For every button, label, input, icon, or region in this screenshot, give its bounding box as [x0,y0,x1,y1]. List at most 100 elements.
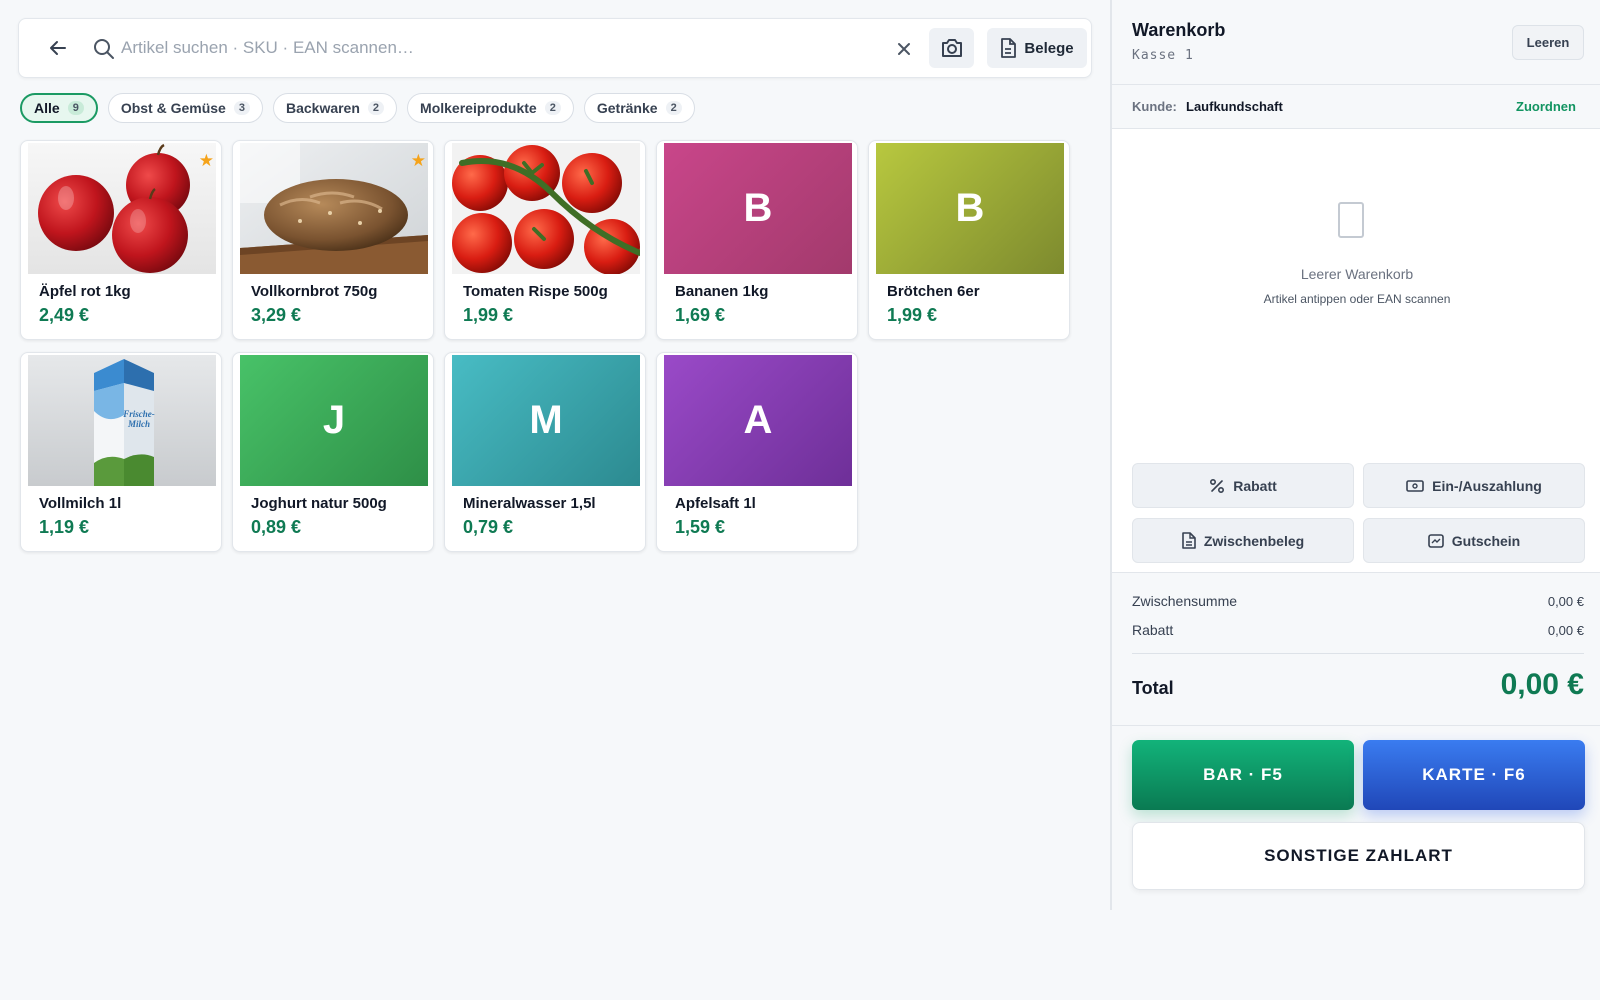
product-placeholder-image: A [664,355,852,486]
voucher-icon [1427,533,1444,548]
pay-other-button[interactable]: SONSTIGE ZAHLART [1132,822,1585,890]
category-chip-count: 9 [67,101,84,115]
product-image-milk: Frische- Milch [28,355,216,486]
category-chip-obst-gemuese[interactable]: Obst & Gemüse 3 [107,93,263,123]
product-name: Joghurt natur 500g [251,495,387,512]
product-card-aepfel[interactable]: ★ Äpfel rot 1kg 2,49 € [20,140,222,340]
camera-icon [941,39,962,57]
product-name: Vollmilch 1l [39,495,122,512]
category-chip-getraenke[interactable]: Getränke 2 [583,93,695,123]
discount-button[interactable]: Rabatt [1132,463,1354,508]
category-chip-label: Backwaren [285,100,360,116]
assign-customer-link[interactable]: Zuordnen [1516,99,1576,114]
product-price: 3,29 € [251,305,302,325]
subtotal-label: Zwischensumme [1132,593,1238,609]
product-card-mineralwasser[interactable]: M Mineralwasser 1,5l 0,79 € [444,352,646,552]
product-price: 0,89 € [251,517,302,537]
product-price: 0,79 € [463,517,514,537]
cash-icon [1406,479,1424,492]
product-card-tomaten[interactable]: Tomaten Rispe 500g 1,99 € [444,140,646,340]
product-name: Brötchen 6er [887,283,980,300]
discount-value: 0,00 € [1547,623,1584,638]
customer-value: Laufkundschaft [1186,99,1283,114]
category-filter-bar: Alle 9 Obst & Gemüse 3 Backwaren 2 Molke… [20,93,695,123]
product-card-broetchen[interactable]: B Brötchen 6er 1,99 € [868,140,1070,340]
product-card-apfelsaft[interactable]: A Apfelsaft 1l 1,59 € [656,352,858,552]
search-input[interactable] [121,31,761,65]
product-pane: Belege Alle 9 Obst & Gemüse 3 Backwaren … [0,0,1110,1000]
subtotal-value: 0,00 € [1547,594,1584,609]
product-name: Apfelsaft 1l [675,495,756,512]
total-value: 0,00 € [1500,668,1584,701]
category-chip-label: Obst & Gemüse [120,100,226,116]
discount-button-label: Rabatt [1233,477,1277,494]
product-name: Bananen 1kg [675,283,769,300]
product-name: Äpfel rot 1kg [39,283,131,300]
clear-cart-button[interactable]: Leeren [1512,25,1584,60]
interim-receipt-button[interactable]: Zwischenbeleg [1132,518,1354,563]
category-chip-count: 2 [665,101,682,115]
empty-cart-icon [1338,202,1364,238]
category-chip-backwaren[interactable]: Backwaren 2 [272,93,398,123]
customer-row: Kunde: Laufkundschaft Zuordnen [1112,85,1600,129]
receipts-button-label: Belege [1024,39,1074,57]
cart-panel: Warenkorb Kasse 1 Leeren Kunde: Laufkund… [1110,0,1600,910]
category-chip-count: 2 [367,101,385,115]
product-placeholder-image: M [452,355,640,486]
product-placeholder-image: B [876,143,1064,274]
category-chip-alle[interactable]: Alle 9 [20,93,98,123]
category-chip-molkereiprodukte[interactable]: Molkereiprodukte 2 [407,93,574,123]
product-card-bananen[interactable]: B Bananen 1kg 1,69 € [656,140,858,340]
totals-section: Zwischensumme 0,00 € Rabatt 0,00 € Total… [1112,572,1600,726]
product-price: 1,99 € [887,305,938,325]
product-initial: M [529,398,563,442]
favorite-star-icon: ★ [198,151,214,170]
back-button[interactable] [45,35,71,61]
product-initial: A [743,398,773,442]
product-price: 1,69 € [675,305,726,325]
pay-cash-button[interactable]: BAR · F5 [1132,740,1354,810]
product-image-tomatoes [452,143,640,274]
favorite-star-icon: ★ [410,151,426,170]
cart-header: Warenkorb Kasse 1 Leeren [1112,0,1600,85]
empty-cart-title: Leerer Warenkorb [1300,266,1414,282]
milk-carton-label-part1: Frische- [122,409,155,419]
total-label: Total [1132,678,1174,698]
payment-area: BAR · F5 KARTE · F6 SONSTIGE ZAHLART [1112,726,1600,910]
document-icon [1182,532,1196,549]
product-card-joghurt[interactable]: J Joghurt natur 500g 0,89 € [232,352,434,552]
clear-search-button[interactable] [891,36,917,62]
discount-label: Rabatt [1132,622,1174,638]
percent-icon [1210,478,1225,493]
close-icon [898,43,910,55]
product-name: Vollkornbrot 750g [251,283,378,300]
product-initial: B [743,186,773,230]
product-name: Mineralwasser 1,5l [463,495,596,512]
search-bar: Belege [18,18,1092,78]
arrow-left-icon [50,41,66,55]
customer-label: Kunde: [1132,99,1177,114]
voucher-button-label: Gutschein [1451,532,1521,549]
cash-in-out-button[interactable]: Ein-/Auszahlung [1363,463,1585,508]
category-chip-label: Getränke [596,100,658,116]
product-image-bread [240,143,428,274]
voucher-button[interactable]: Gutschein [1363,518,1585,563]
product-card-vollmilch[interactable]: Frische- Milch Vollmilch 1l 1,19 € [20,352,222,552]
search-icon [94,39,114,59]
product-card-vollkornbrot[interactable]: ★ Vollkornbrot 750g 3,29 € [232,140,434,340]
product-name: Tomaten Rispe 500g [463,283,608,300]
register-name: Kasse 1 [1132,48,1194,63]
category-chip-count: 2 [544,101,561,115]
product-price: 2,49 € [39,305,90,325]
camera-scan-button[interactable] [929,28,974,68]
empty-cart-hint: Artikel antippen oder EAN scannen [1263,292,1451,306]
milk-carton-label-part2: Milch [127,419,150,429]
pay-card-button[interactable]: KARTE · F6 [1363,740,1585,810]
category-chip-label: Molkereiprodukte [420,100,537,116]
receipts-button[interactable]: Belege [987,28,1087,68]
product-price: 1,19 € [39,517,90,537]
product-price: 1,59 € [675,517,726,537]
product-image-apples [28,143,216,274]
product-placeholder-image: J [240,355,428,486]
product-initial: J [322,398,346,442]
